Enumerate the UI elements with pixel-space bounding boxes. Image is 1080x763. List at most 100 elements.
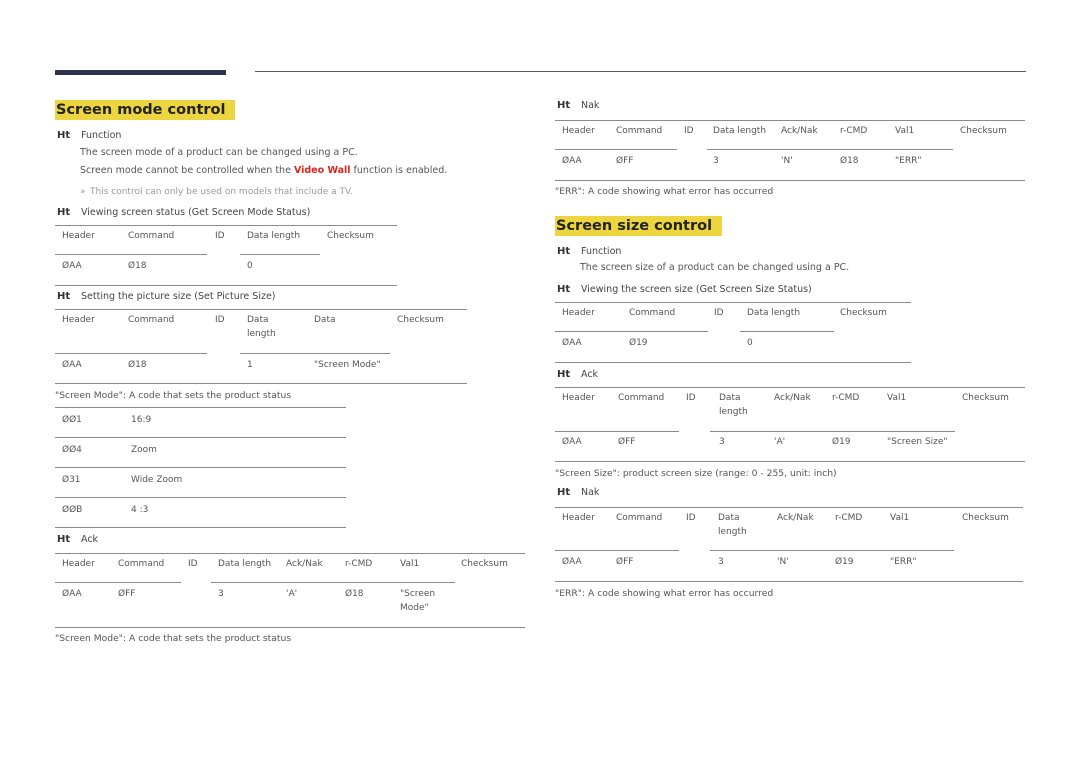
table-rule bbox=[55, 627, 525, 628]
table-cell: ØFF bbox=[616, 557, 634, 567]
mode-label: 4 :3 bbox=[131, 505, 149, 515]
table-header-cell: Ack/Nak bbox=[777, 513, 814, 523]
table-rule bbox=[707, 149, 953, 150]
table-header-cell: Data length bbox=[247, 315, 276, 339]
table-header-cell: Checksum bbox=[960, 126, 1007, 136]
section-title-screen-size: Screen size control bbox=[555, 216, 723, 236]
table-rule bbox=[555, 507, 1023, 508]
nak2-caption: "ERR": A code showing what error has occ… bbox=[555, 588, 774, 599]
bullet-marker: Ht bbox=[557, 100, 571, 111]
table-rule bbox=[555, 302, 911, 303]
table-header-cell: Header bbox=[562, 513, 595, 523]
table-cell: "ERR" bbox=[895, 156, 922, 166]
description-2-post: function is enabled. bbox=[350, 165, 448, 176]
table-rule bbox=[55, 225, 397, 226]
table-header-cell: Checksum bbox=[962, 513, 1009, 523]
bullet-marker: Ht bbox=[57, 534, 71, 545]
table-rule bbox=[55, 383, 467, 384]
ack-label: Ack bbox=[581, 369, 599, 380]
screen-mode-nak-table: Header Command ID Data length Ack/Nak r-… bbox=[555, 120, 1025, 182]
table-rule bbox=[240, 353, 390, 354]
table-header-cell: Header bbox=[562, 126, 595, 136]
bullet-marker: Ht bbox=[57, 291, 71, 302]
table-rule bbox=[55, 254, 207, 255]
table-rule bbox=[740, 331, 834, 332]
table-rule bbox=[55, 437, 346, 438]
size-description: The screen size of a product can be chan… bbox=[580, 262, 850, 273]
table-header-cell: Header bbox=[62, 315, 95, 325]
view-size-heading: Ht Viewing the screen size (Get Screen Si… bbox=[557, 284, 812, 295]
function-label: Function bbox=[81, 130, 122, 141]
table-cell: Ø19 bbox=[832, 437, 851, 447]
table-cell: 'N' bbox=[781, 156, 793, 166]
mode-code: Ø31 bbox=[62, 475, 81, 485]
table-header-cell: Command bbox=[629, 308, 676, 318]
table-cell: 0 bbox=[747, 338, 753, 348]
table-cell: 3 bbox=[218, 589, 224, 599]
table-cell: Ø19 bbox=[835, 557, 854, 567]
screen-size-caption: "Screen Size": product screen size (rang… bbox=[555, 468, 837, 479]
header-rule bbox=[255, 71, 1026, 72]
table-header-cell: Data length bbox=[719, 393, 748, 417]
nak-label: Nak bbox=[581, 100, 600, 111]
table-header-cell: Data length bbox=[247, 231, 301, 241]
function-heading: Ht Function bbox=[57, 130, 121, 141]
table-header-cell: ID bbox=[714, 308, 724, 318]
table-header-cell: Checksum bbox=[962, 393, 1009, 403]
header-accent-bar bbox=[55, 70, 226, 75]
screen-size-nak-table: Header Command ID Data length Ack/Nak r-… bbox=[555, 507, 1023, 583]
table-cell: 0 bbox=[247, 261, 253, 271]
mode-code: ØØ4 bbox=[62, 445, 82, 455]
table-header-cell: Command bbox=[618, 393, 665, 403]
table-rule bbox=[55, 285, 397, 286]
table-rule bbox=[555, 149, 677, 150]
table-rule bbox=[240, 254, 320, 255]
table-cell: 'A' bbox=[774, 437, 786, 447]
table-header-cell: Ack/Nak bbox=[774, 393, 811, 403]
table-header-cell: ID bbox=[188, 559, 198, 569]
table-header-cell: Ack/Nak bbox=[286, 559, 323, 569]
table-cell: ØAA bbox=[62, 589, 82, 599]
table-cell: 3 bbox=[713, 156, 719, 166]
get-screen-mode-table: Header Command ID Data length Checksum Ø… bbox=[55, 225, 397, 287]
mode-code: ØØB bbox=[62, 505, 83, 515]
nak-caption: "ERR": A code showing what error has occ… bbox=[555, 186, 774, 197]
table-cell: ØFF bbox=[618, 437, 636, 447]
description-2-pre: Screen mode cannot be controlled when th… bbox=[80, 165, 294, 176]
mode-label: Zoom bbox=[131, 445, 157, 455]
table-rule bbox=[55, 309, 467, 310]
ack-heading: Ht Ack bbox=[57, 534, 98, 545]
table-header-cell: Header bbox=[562, 308, 595, 318]
table-header-cell: r-CMD bbox=[832, 393, 860, 403]
table-cell: ØFF bbox=[118, 589, 136, 599]
table-header-cell: Checksum bbox=[397, 315, 444, 325]
table-header-cell: Command bbox=[128, 231, 175, 241]
table-header-cell: Command bbox=[128, 315, 175, 325]
table-cell: ØAA bbox=[562, 557, 582, 567]
table-rule bbox=[555, 461, 1025, 462]
table-cell: 'A' bbox=[286, 589, 298, 599]
function-label: Function bbox=[581, 246, 622, 257]
table-header-cell: Header bbox=[62, 559, 95, 569]
table-header-cell: Command bbox=[616, 513, 663, 523]
table-header-cell: Ack/Nak bbox=[781, 126, 818, 136]
table-rule bbox=[555, 387, 1025, 388]
table-cell: 3 bbox=[719, 437, 725, 447]
ack-label: Ack bbox=[81, 534, 99, 545]
table-header-cell: Val1 bbox=[890, 513, 910, 523]
table-rule bbox=[555, 180, 1025, 181]
table-rule bbox=[55, 497, 346, 498]
table-rule bbox=[55, 353, 207, 354]
set-picture-size-heading: Ht Setting the picture size (Set Picture … bbox=[57, 291, 276, 302]
table-header-cell: r-CMD bbox=[840, 126, 868, 136]
nak-label: Nak bbox=[581, 487, 600, 498]
note-icon: » bbox=[80, 187, 86, 197]
table-cell: 'N' bbox=[777, 557, 789, 567]
table-cell: "Screen Mode" bbox=[314, 360, 381, 370]
table-rule bbox=[555, 581, 1023, 582]
table-cell: 1 bbox=[247, 360, 253, 370]
table-cell: ØAA bbox=[62, 261, 82, 271]
size-function-heading: Ht Function bbox=[557, 246, 621, 257]
table-rule bbox=[55, 553, 525, 554]
size-nak-heading: Ht Nak bbox=[557, 487, 599, 498]
